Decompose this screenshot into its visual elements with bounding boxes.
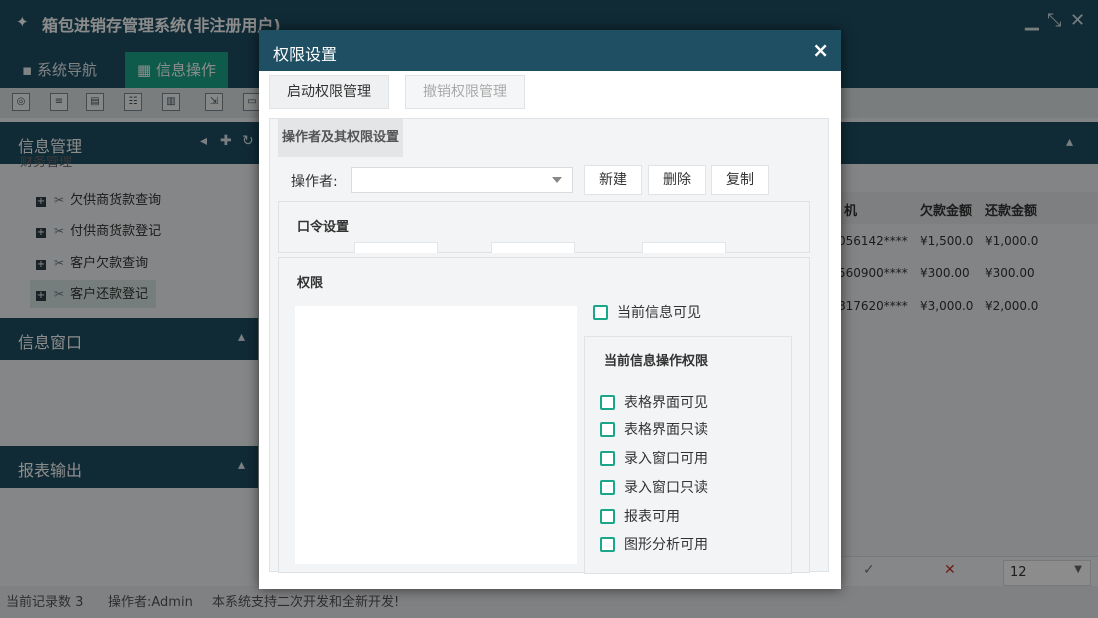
checkbox-box[interactable] bbox=[600, 536, 615, 552]
permission-fieldset: 权限 当前信息可见 当前信息操作权限 表格界面可见 表格界面只读 录入窗口可用 … bbox=[278, 257, 810, 574]
ops-fieldset: 当前信息操作权限 表格界面可见 表格界面只读 录入窗口可用 录入窗口只读 报表可… bbox=[584, 336, 792, 574]
ops-checkbox-grid-readonly[interactable]: 表格界面只读 bbox=[600, 419, 708, 439]
password-title: 口令设置 bbox=[297, 220, 350, 235]
ops-checkbox-grid-visible[interactable]: 表格界面可见 bbox=[600, 392, 708, 412]
password-new-input[interactable] bbox=[491, 242, 575, 253]
checkbox-box[interactable] bbox=[600, 421, 615, 437]
password-input[interactable] bbox=[354, 242, 438, 253]
ops-checkbox-chart-enabled[interactable]: 图形分析可用 bbox=[600, 534, 708, 554]
ops-title: 当前信息操作权限 bbox=[604, 354, 709, 369]
permission-tree-list[interactable] bbox=[295, 306, 577, 564]
checkbox-label: 报表可用 bbox=[624, 509, 680, 525]
password-confirm-input[interactable] bbox=[642, 242, 726, 253]
close-icon[interactable]: × bbox=[812, 38, 829, 62]
checkbox-label: 当前信息可见 bbox=[617, 305, 701, 321]
checkbox-box[interactable] bbox=[600, 450, 615, 466]
dialog-title: 权限设置 bbox=[273, 45, 338, 64]
delete-operator-button[interactable]: 删除 bbox=[648, 165, 706, 195]
checkbox-box[interactable] bbox=[600, 479, 615, 495]
ops-checkbox-entry-enabled[interactable]: 录入窗口可用 bbox=[600, 448, 708, 468]
new-operator-button[interactable]: 新建 bbox=[584, 165, 642, 195]
dialog-body: 操作者及其权限设置 操作者: 新建 删除 复制 口令设置 权限 当前信息可见 当… bbox=[269, 118, 829, 574]
checkbox-label: 录入窗口可用 bbox=[624, 451, 708, 467]
copy-operator-button[interactable]: 复制 bbox=[711, 165, 769, 195]
chevron-down-icon bbox=[552, 177, 562, 183]
checkbox-box[interactable] bbox=[600, 394, 615, 410]
current-visible-checkbox[interactable]: 当前信息可见 bbox=[593, 302, 701, 322]
tab-operator-permissions[interactable]: 操作者及其权限设置 bbox=[278, 119, 404, 157]
enable-permission-button[interactable]: 启动权限管理 bbox=[269, 75, 389, 109]
dialog-title-bar: 权限设置 × bbox=[259, 30, 841, 71]
checkbox-box[interactable] bbox=[600, 508, 615, 524]
password-fieldset: 口令设置 bbox=[278, 201, 810, 253]
checkbox-label: 表格界面只读 bbox=[624, 422, 708, 438]
operator-label: 操作者: bbox=[291, 174, 338, 190]
permission-dialog: 权限设置 × 启动权限管理 撤销权限管理 操作者及其权限设置 操作者: 新建 删… bbox=[259, 30, 841, 589]
checkbox-label: 表格界面可见 bbox=[624, 395, 708, 411]
operator-combo[interactable] bbox=[351, 167, 573, 193]
revoke-permission-button[interactable]: 撤销权限管理 bbox=[405, 75, 525, 109]
ops-checkbox-entry-readonly[interactable]: 录入窗口只读 bbox=[600, 477, 708, 497]
checkbox-box[interactable] bbox=[593, 304, 608, 320]
permission-title: 权限 bbox=[297, 276, 324, 291]
checkbox-label: 图形分析可用 bbox=[624, 537, 708, 553]
checkbox-label: 录入窗口只读 bbox=[624, 480, 708, 496]
ops-checkbox-report-enabled[interactable]: 报表可用 bbox=[600, 506, 680, 526]
